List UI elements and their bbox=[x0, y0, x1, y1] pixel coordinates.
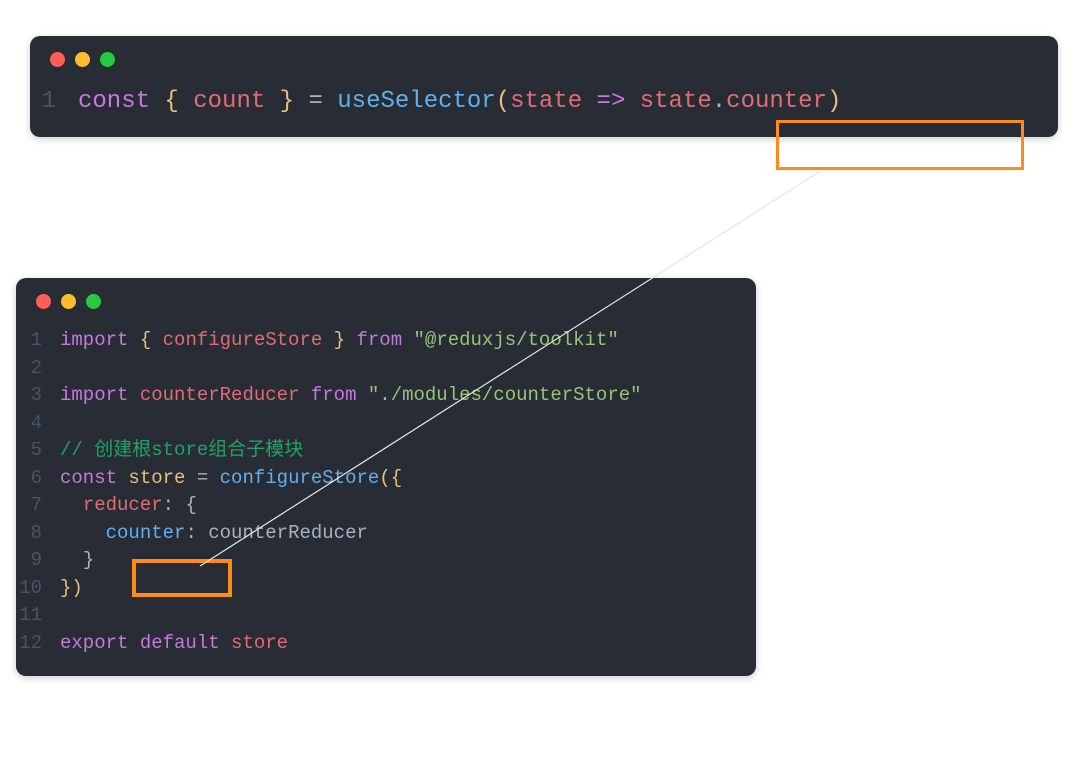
token-keyword: import bbox=[60, 382, 128, 410]
code-line: 11 bbox=[16, 602, 756, 630]
token-space bbox=[128, 382, 139, 410]
token-brace: { bbox=[150, 85, 193, 119]
token-string: "./modules/counterStore" bbox=[368, 382, 642, 410]
token-prop: counter bbox=[726, 85, 827, 119]
token-arrow: => bbox=[582, 85, 640, 119]
code-line: 12 export default store bbox=[16, 630, 756, 658]
token-function: configureStore bbox=[220, 465, 380, 493]
token-keyword: import bbox=[60, 327, 128, 355]
token-prop: counter bbox=[106, 520, 186, 548]
code-line: 8 counter : counterReducer bbox=[16, 520, 756, 548]
token-space bbox=[299, 382, 310, 410]
line-number: 5 bbox=[16, 437, 60, 465]
line-number: 6 bbox=[16, 465, 60, 493]
line-number: 4 bbox=[16, 410, 60, 438]
close-icon bbox=[50, 52, 65, 67]
zoom-icon bbox=[100, 52, 115, 67]
token-space bbox=[402, 327, 413, 355]
token-brace: { bbox=[128, 327, 162, 355]
token-comment: // 创建根store组合子模块 bbox=[60, 437, 303, 465]
line-number: 3 bbox=[16, 382, 60, 410]
line-number: 10 bbox=[16, 575, 60, 603]
traffic-lights bbox=[16, 294, 756, 327]
token-string: "@reduxjs/toolkit" bbox=[414, 327, 619, 355]
token-indent bbox=[60, 520, 106, 548]
token-keyword: const bbox=[60, 465, 117, 493]
token-keyword: const bbox=[78, 85, 150, 119]
code-line: 2 bbox=[16, 355, 756, 383]
token-keyword: default bbox=[128, 630, 231, 658]
line-number: 9 bbox=[16, 547, 60, 575]
code-line: 1 import { configureStore } from "@redux… bbox=[16, 327, 756, 355]
code-line: 4 bbox=[16, 410, 756, 438]
line-number: 1 bbox=[16, 327, 60, 355]
token-indent bbox=[60, 547, 83, 575]
line-number: 12 bbox=[16, 630, 60, 658]
code-line: 6 const store = configureStore ({ bbox=[16, 465, 756, 493]
token-prop: reducer bbox=[83, 492, 163, 520]
line-number: 11 bbox=[16, 602, 60, 630]
token-colon: : bbox=[185, 520, 208, 548]
token-colon: : { bbox=[163, 492, 197, 520]
token-ident: store bbox=[128, 465, 185, 493]
token-brace: }) bbox=[60, 575, 83, 603]
code-line: 1 const { count } = useSelector ( state … bbox=[30, 85, 1058, 119]
token-brace: } bbox=[265, 85, 308, 119]
token-paren: ({ bbox=[379, 465, 402, 493]
token-keyword: from bbox=[357, 327, 403, 355]
code-line: 9 } bbox=[16, 547, 756, 575]
token-dot: . bbox=[712, 85, 726, 119]
token-var: count bbox=[193, 85, 265, 119]
token-brace: } bbox=[322, 327, 356, 355]
token-function: useSelector bbox=[337, 85, 495, 119]
token-indent bbox=[60, 492, 83, 520]
minimize-icon bbox=[61, 294, 76, 309]
token-ident: counterReducer bbox=[140, 382, 300, 410]
code-window-top: 1 const { count } = useSelector ( state … bbox=[30, 36, 1058, 137]
token-keyword: from bbox=[311, 382, 357, 410]
code-window-bottom: 1 import { configureStore } from "@redux… bbox=[16, 278, 756, 676]
token-space bbox=[356, 382, 367, 410]
token-space bbox=[117, 465, 128, 493]
token-value: counterReducer bbox=[208, 520, 368, 548]
code-line: 7 reducer : { bbox=[16, 492, 756, 520]
zoom-icon bbox=[86, 294, 101, 309]
close-icon bbox=[36, 294, 51, 309]
line-number: 7 bbox=[16, 492, 60, 520]
token-paren: ( bbox=[496, 85, 510, 119]
token-eq: = bbox=[308, 85, 337, 119]
token-paren: ) bbox=[827, 85, 841, 119]
line-number: 1 bbox=[38, 85, 78, 119]
token-param: state bbox=[510, 85, 582, 119]
code-line: 10 }) bbox=[16, 575, 756, 603]
line-number: 2 bbox=[16, 355, 60, 383]
token-keyword: export bbox=[60, 630, 128, 658]
code-line: 5 // 创建根store组合子模块 bbox=[16, 437, 756, 465]
traffic-lights bbox=[30, 52, 1058, 85]
line-number: 8 bbox=[16, 520, 60, 548]
token-brace: } bbox=[83, 547, 94, 575]
token-ident: store bbox=[231, 630, 288, 658]
minimize-icon bbox=[75, 52, 90, 67]
code-line: 3 import counterReducer from "./modules/… bbox=[16, 382, 756, 410]
token-obj: state bbox=[640, 85, 712, 119]
token-eq: = bbox=[185, 465, 219, 493]
token-ident: configureStore bbox=[163, 327, 323, 355]
